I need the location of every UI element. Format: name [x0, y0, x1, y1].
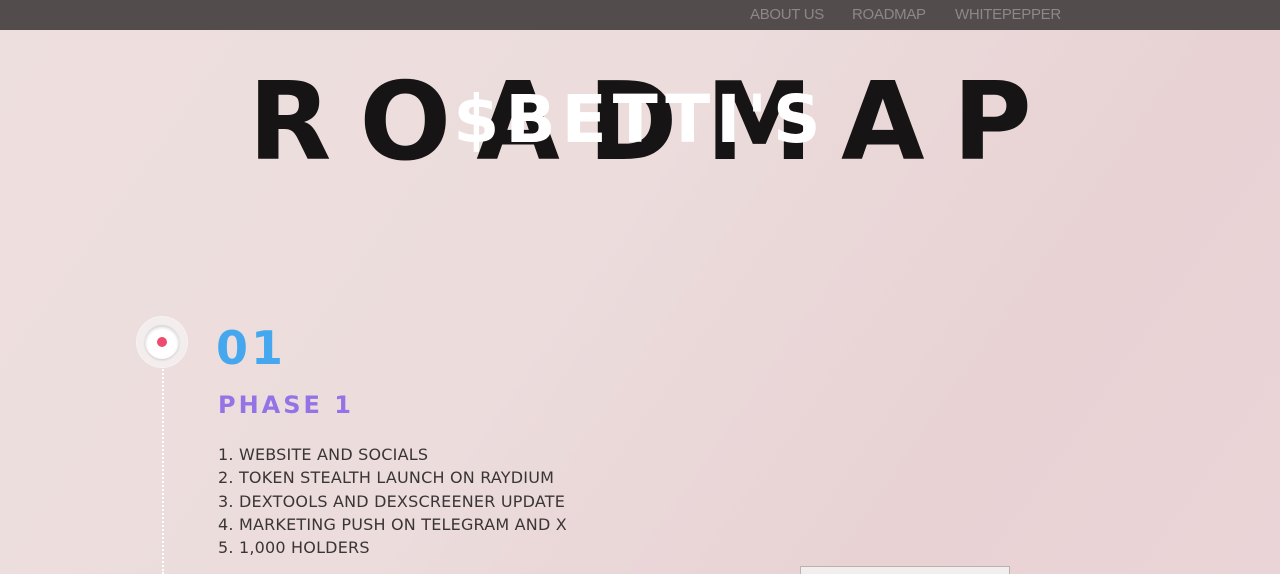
- floating-panel: [800, 566, 1010, 574]
- roadmap-hero: ROADMAP $BETTI'S: [0, 68, 1280, 178]
- top-navigation-bar: ABOUT US ROADMAP WHITEPEPPER: [0, 0, 1280, 30]
- timeline-node-inner: [145, 325, 179, 359]
- phase-item-list: 1. WEBSITE AND SOCIALS 2. TOKEN STEALTH …: [218, 443, 567, 559]
- nav-link-roadmap[interactable]: ROADMAP: [852, 6, 926, 23]
- nav-link-whitepepper[interactable]: WHITEPEPPER: [955, 6, 1061, 23]
- phase-item: 4. MARKETING PUSH ON TELEGRAM AND X: [218, 514, 567, 534]
- timeline-connector-line: [162, 362, 164, 574]
- phase-item: 3. DEXTOOLS AND DEXSCREENER UPDATE: [218, 491, 566, 511]
- timeline-dot-icon: [157, 337, 167, 347]
- nav-link-about-us[interactable]: ABOUT US: [750, 6, 824, 23]
- phase-title: PHASE 1: [218, 391, 354, 419]
- timeline-node-icon: [137, 317, 187, 367]
- phase-item: 1. WEBSITE AND SOCIALS: [218, 445, 429, 464]
- hero-overlay-title: $BETTI'S: [453, 81, 827, 158]
- phase-number: 01: [216, 321, 287, 375]
- phase-item: 5. 1,000 HOLDERS: [218, 538, 370, 558]
- phase-item: 2. TOKEN STEALTH LAUNCH ON RAYDIUM: [218, 468, 555, 488]
